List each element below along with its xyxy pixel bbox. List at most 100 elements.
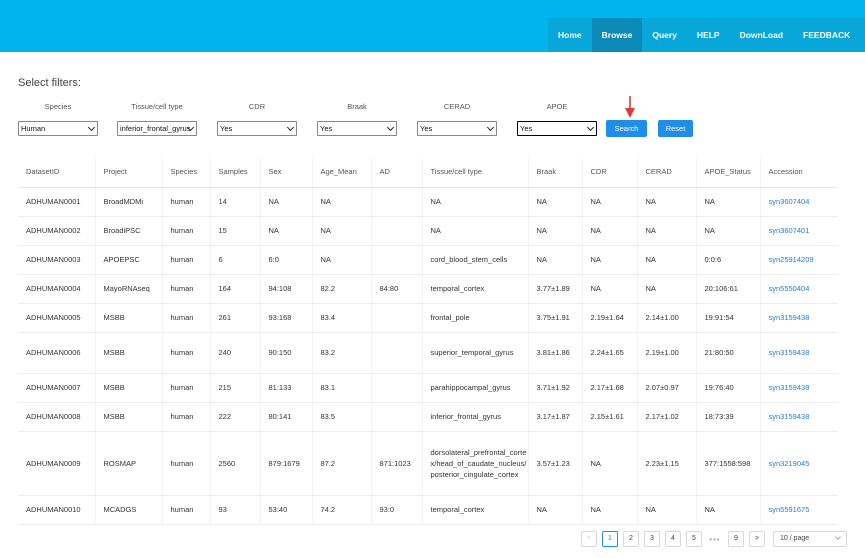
cell-accession[interactable]: syn3159438 bbox=[759, 332, 838, 374]
cell-tissue: temporal_cortex bbox=[421, 274, 528, 304]
cell-cerad: 2.07±0.97 bbox=[636, 373, 696, 403]
cell-project: MSBB bbox=[94, 332, 162, 374]
page-4-button[interactable]: 4 bbox=[665, 531, 681, 547]
cdr-select[interactable]: Yes bbox=[217, 121, 297, 136]
main-nav: Home Browse Query HELP DownLoad FEEDBACK bbox=[548, 18, 865, 52]
cell-braak: NA bbox=[527, 216, 582, 246]
cell-accession[interactable]: syn3159438 bbox=[759, 402, 838, 432]
cell-cerad: NA bbox=[636, 495, 696, 525]
filter-label: Braak bbox=[347, 102, 367, 111]
pagination: < 1 2 3 4 5 ••• 9 > 10 / page bbox=[581, 531, 847, 547]
page-2-button[interactable]: 2 bbox=[623, 531, 639, 547]
cell-dataset-id: ADHUMAN0001 bbox=[18, 187, 95, 217]
red-arrow-icon bbox=[625, 96, 635, 118]
cell-tissue: dorsolateral_prefrontal_cortex/head_of_c… bbox=[421, 431, 528, 496]
page-9-button[interactable]: 9 bbox=[728, 531, 744, 547]
cell-cdr: 2.19±1.64 bbox=[581, 303, 637, 333]
cerad-select[interactable]: Yes bbox=[417, 121, 497, 136]
column-header: Tissue/cell type bbox=[421, 157, 528, 188]
cell-braak: NA bbox=[527, 245, 582, 275]
filter-label: CERAD bbox=[443, 102, 471, 111]
cell-accession[interactable]: syn3607401 bbox=[759, 216, 838, 246]
nav-query[interactable]: Query bbox=[642, 18, 687, 52]
cell-sex: 81:133 bbox=[259, 373, 312, 403]
page-1-button[interactable]: 1 bbox=[602, 531, 618, 547]
chevron-down-icon bbox=[486, 123, 495, 132]
filter-label: CDR bbox=[248, 102, 266, 111]
cell-dataset-id: ADHUMAN0009 bbox=[18, 431, 95, 496]
apoe-select[interactable]: Yes bbox=[517, 121, 597, 136]
cell-ad bbox=[370, 402, 422, 432]
table-row: ADHUMAN0005 MSBB human 261 93:168 83.4 frontal… bbox=[18, 303, 838, 333]
cell-project: MCADGS bbox=[94, 495, 162, 525]
cell-samples: 261 bbox=[209, 303, 260, 333]
cell-dataset-id: ADHUMAN0005 bbox=[18, 303, 95, 333]
cell-accession[interactable]: syn3607404 bbox=[759, 187, 838, 217]
nav-help[interactable]: HELP bbox=[687, 18, 730, 52]
page-3-button[interactable]: 3 bbox=[644, 531, 660, 547]
cell-accession[interactable]: syn3159438 bbox=[759, 303, 838, 333]
cell-accession[interactable]: syn5550404 bbox=[759, 274, 838, 304]
datasets-table: DatasetID Project Species Samples Sex Ag… bbox=[18, 157, 838, 525]
cell-species: human bbox=[161, 495, 210, 525]
more-pages-ellipsis[interactable]: ••• bbox=[707, 535, 723, 544]
tissue-select[interactable]: inferior_frontal_gyrus bbox=[117, 121, 197, 136]
cell-species: human bbox=[161, 303, 210, 333]
next-page-button[interactable]: > bbox=[749, 531, 765, 547]
cell-project: BroadiPSC bbox=[94, 216, 162, 246]
page-size-value: 10 / page bbox=[780, 535, 810, 542]
cell-ad: 84:80 bbox=[370, 274, 422, 304]
page-5-button[interactable]: 5 bbox=[686, 531, 702, 547]
search-button[interactable]: Search bbox=[606, 120, 647, 137]
column-header: Project bbox=[94, 157, 162, 188]
cell-age-mean: 83.2 bbox=[311, 332, 371, 374]
cell-apoe-status: 19:76:40 bbox=[695, 373, 760, 403]
cell-age-mean: NA bbox=[311, 187, 371, 217]
cell-accession[interactable]: syn25914209 bbox=[759, 245, 838, 275]
species-select[interactable]: Human bbox=[18, 121, 98, 136]
column-header: Accession bbox=[759, 157, 838, 188]
cell-dataset-id: ADHUMAN0004 bbox=[18, 274, 95, 304]
cell-sex: 6:0 bbox=[259, 245, 312, 275]
cell-tissue: inferior_frontal_gyrus bbox=[421, 402, 528, 432]
cell-cerad: 2.23±1.15 bbox=[636, 431, 696, 496]
select-value: Yes bbox=[320, 124, 333, 133]
cell-dataset-id: ADHUMAN0002 bbox=[18, 216, 95, 246]
table-header-row: DatasetID Project Species Samples Sex Ag… bbox=[18, 157, 838, 188]
cell-project: ROSMAP bbox=[94, 431, 162, 496]
cell-sex: 90:150 bbox=[259, 332, 312, 374]
cell-accession[interactable]: syn5591675 bbox=[759, 495, 838, 525]
cell-dataset-id: ADHUMAN0006 bbox=[18, 332, 95, 374]
column-header: Sex bbox=[259, 157, 312, 188]
cell-cdr: 2.17±1.68 bbox=[581, 373, 637, 403]
cell-species: human bbox=[161, 274, 210, 304]
cell-ad bbox=[370, 332, 422, 374]
cell-species: human bbox=[161, 431, 210, 496]
cell-accession[interactable]: syn3219045 bbox=[759, 431, 838, 496]
table-row: ADHUMAN0001 BroadMDMi human 14 NA NA NA NA NA NA N… bbox=[18, 187, 838, 217]
table-row: ADHUMAN0009 ROSMAP human 2560 879:1679 87.2 87… bbox=[18, 431, 838, 496]
filter-label: Species bbox=[44, 102, 72, 111]
table-row: ADHUMAN0002 BroadiPSC human 15 NA NA NA NA NA NA N… bbox=[18, 216, 838, 246]
braak-select[interactable]: Yes bbox=[317, 121, 397, 136]
nav-browse[interactable]: Browse bbox=[591, 18, 643, 52]
cell-accession[interactable]: syn3159438 bbox=[759, 373, 838, 403]
cell-braak: NA bbox=[527, 495, 582, 525]
select-value: Yes bbox=[520, 124, 533, 133]
page-size-select[interactable]: 10 / page bbox=[773, 531, 847, 547]
cell-ad bbox=[370, 187, 422, 217]
nav-download[interactable]: DownLoad bbox=[730, 18, 793, 52]
nav-home[interactable]: Home bbox=[548, 18, 592, 52]
table-row: ADHUMAN0008 MSBB human 222 80:141 83.5 inferio… bbox=[18, 402, 838, 432]
prev-page-button[interactable]: < bbox=[581, 531, 597, 547]
cell-age-mean: 74.2 bbox=[311, 495, 371, 525]
nav-feedback[interactable]: FEEDBACK bbox=[793, 18, 860, 52]
table-row: ADHUMAN0004 MayoRNAseq human 164 94:108 82.2 8… bbox=[18, 274, 838, 304]
filters-title: Select filters: bbox=[18, 77, 81, 89]
column-header: AD bbox=[370, 157, 422, 188]
cell-project: MSBB bbox=[94, 402, 162, 432]
cell-sex: 94:108 bbox=[259, 274, 312, 304]
cell-dataset-id: ADHUMAN0003 bbox=[18, 245, 95, 275]
reset-button[interactable]: Reset bbox=[658, 120, 693, 137]
cell-cerad: 2.19±1.00 bbox=[636, 332, 696, 374]
